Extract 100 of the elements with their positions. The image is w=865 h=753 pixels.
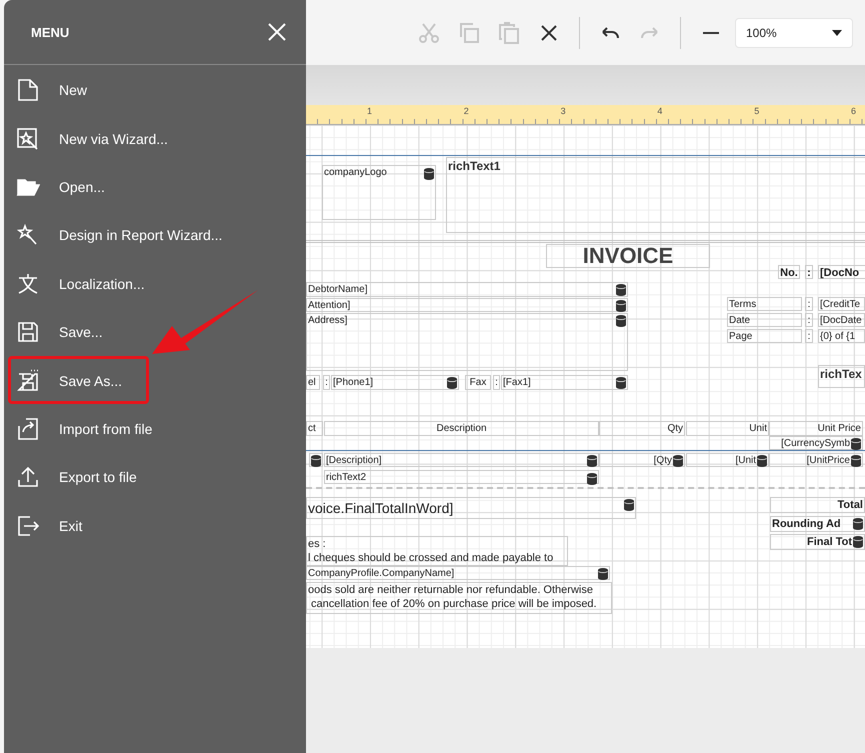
menu-item[interactable]: Open...: [4, 162, 306, 212]
menu-item[interactable]: Export to file: [4, 453, 306, 502]
control-text: :: [807, 298, 811, 311]
report-control[interactable]: Total: [770, 497, 865, 513]
control-text: Qty: [666, 422, 683, 435]
report-control[interactable]: voice.FinalTotalInWord]: [306, 497, 636, 519]
database-icon: [616, 315, 626, 327]
redo-icon: [641, 26, 659, 39]
report-control[interactable]: [309, 453, 323, 467]
control-text: DebtorName]: [308, 283, 368, 296]
control-text: [Unit: [734, 454, 756, 467]
control-text: [DocNo: [820, 266, 860, 280]
menu-item[interactable]: New: [4, 66, 306, 114]
undo-icon: [601, 26, 619, 39]
database-icon: [587, 473, 597, 485]
report-control[interactable]: Address]: [306, 313, 628, 371]
ruler-number: 6: [851, 106, 856, 116]
ruler-number: 1: [367, 106, 372, 116]
report-control[interactable]: Description: [324, 421, 599, 436]
control-text: Address]: [308, 314, 348, 327]
report-control[interactable]: richText1: [446, 157, 865, 233]
report-control[interactable]: :: [805, 297, 813, 311]
database-icon: [673, 455, 683, 467]
report-control[interactable]: Rounding Ad: [770, 516, 865, 532]
report-control[interactable]: Final Tot: [770, 534, 865, 550]
close-icon[interactable]: [268, 23, 286, 41]
control-text: [Qty: [652, 454, 672, 467]
menu-title: MENU: [31, 24, 70, 40]
control-text: :: [807, 330, 811, 343]
control-text: richText1: [448, 159, 502, 173]
wizard-icon: [16, 126, 40, 151]
database-icon: [598, 568, 608, 580]
import-icon: [16, 416, 40, 441]
report-control[interactable]: DebtorName]: [306, 282, 628, 297]
upload-icon: [16, 465, 40, 490]
report-control[interactable]: CompanyProfile.CompanyName]: [306, 566, 610, 580]
report-control[interactable]: [UnitPrice: [769, 453, 863, 467]
report-control[interactable]: [CurrencySymb: [769, 436, 863, 450]
ruler-number: 2: [464, 106, 469, 116]
report-control[interactable]: :: [805, 265, 813, 279]
database-icon: [311, 455, 321, 467]
report-control[interactable]: [Unit: [686, 453, 769, 467]
database-icon: [424, 168, 434, 180]
report-control[interactable]: :: [493, 375, 500, 390]
menu-item[interactable]: New via Wizard...: [4, 114, 306, 163]
control-text: [Description]: [326, 454, 383, 467]
report-control[interactable]: Page: [727, 329, 802, 343]
scissors-icon: [417, 20, 441, 44]
exit-icon: [16, 514, 40, 538]
report-control[interactable]: [CreditTe: [818, 297, 865, 311]
control-text: richText2: [326, 472, 368, 483]
menu-item[interactable]: Save...: [4, 308, 306, 356]
menu-item[interactable]: Import from file: [4, 404, 306, 454]
report-control[interactable]: Unit Price: [769, 421, 863, 436]
control-text: [Phone1]: [333, 376, 374, 389]
report-control[interactable]: [Fax1]: [501, 375, 628, 390]
database-icon: [851, 455, 861, 467]
report-control[interactable]: Terms: [727, 297, 802, 311]
report-control[interactable]: INVOICE: [546, 244, 710, 268]
report-control[interactable]: ct: [306, 421, 323, 436]
minus-icon: [703, 32, 719, 34]
report-control[interactable]: [DocNo: [818, 265, 865, 279]
ruler-number: 3: [560, 106, 566, 116]
report-control[interactable]: [Phone1]: [331, 375, 459, 390]
control-text: Final Tot: [806, 535, 852, 549]
control-text: Date: [729, 314, 752, 327]
menu-item[interactable]: Design in Report Wizard...: [4, 211, 306, 260]
copy-icon: [457, 20, 481, 44]
language-icon: [16, 272, 40, 296]
report-control[interactable]: Unit: [686, 421, 769, 436]
menu-item[interactable]: Localization...: [4, 260, 306, 308]
report-control[interactable]: :: [323, 375, 330, 390]
report-control[interactable]: richText2: [324, 470, 599, 484]
report-control[interactable]: oods sold are neither returnable nor refundable. Otherwise cancellation fee of 20% on purchase price will be imposed.: [306, 582, 612, 614]
save-icon: [16, 320, 40, 344]
report-control[interactable]: [Description]: [324, 453, 599, 467]
report-control[interactable]: [Qty: [599, 453, 685, 467]
report-control[interactable]: Fax: [465, 375, 491, 390]
control-text: {0} of {1: [820, 330, 856, 343]
dropdown-caret-icon: [832, 30, 842, 36]
report-control[interactable]: {0} of {1: [818, 329, 865, 343]
zoom-select[interactable]: 100%: [735, 18, 853, 48]
report-control[interactable]: :: [805, 329, 813, 343]
control-text: [CurrencySymb: [780, 437, 850, 450]
control-text: :: [807, 314, 811, 327]
menu-item[interactable]: Exit: [4, 502, 306, 550]
report-control[interactable]: :: [805, 313, 813, 327]
menu-item[interactable]: Save As...: [4, 356, 306, 405]
control-text: Attention]: [308, 299, 352, 312]
report-control[interactable]: companyLogo: [322, 165, 436, 220]
paste-icon: [497, 20, 521, 44]
report-control[interactable]: richTex: [818, 365, 865, 388]
report-control[interactable]: Attention]: [306, 298, 628, 312]
control-text: [CreditTe: [820, 298, 862, 311]
report-control[interactable]: Date: [727, 313, 802, 327]
control-text: Rounding Ad: [772, 517, 842, 531]
ruler-number: 5: [754, 106, 760, 116]
report-control[interactable]: Qty: [599, 421, 685, 436]
report-control[interactable]: el: [306, 375, 320, 390]
control-text: :: [325, 376, 328, 389]
